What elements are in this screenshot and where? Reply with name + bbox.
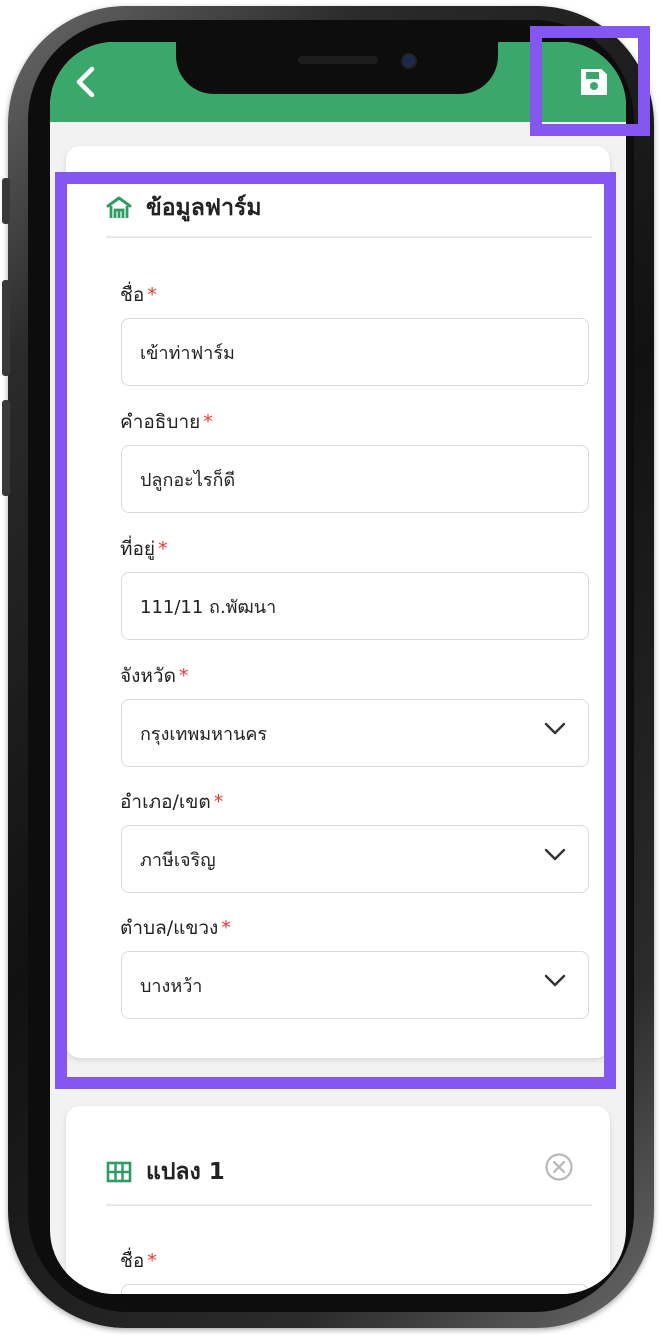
circle-x-icon: [545, 1153, 573, 1181]
remove-plot-button[interactable]: [544, 1152, 574, 1186]
phone-side-button: [2, 178, 10, 224]
form-highlight-box: [55, 172, 616, 1089]
divider: [106, 1204, 592, 1206]
plot-card: แปลง 1 ชื่อ *: [66, 1106, 610, 1294]
plot-name-label: ชื่อ *: [120, 1250, 157, 1272]
chevron-left-icon: [76, 66, 95, 98]
grid-icon: [106, 1161, 132, 1183]
phone-volume-down-button: [2, 400, 10, 496]
plot-name-field[interactable]: [121, 1284, 589, 1294]
back-button[interactable]: [64, 60, 108, 104]
save-highlight-box: [530, 26, 650, 136]
phone-camera: [401, 53, 417, 69]
phone-notch: [176, 42, 498, 94]
plot-section-header: แปลง 1: [106, 1154, 225, 1190]
plot-section-title: แปลง 1: [146, 1159, 225, 1185]
phone-volume-up-button: [2, 280, 10, 376]
phone-speaker: [298, 56, 378, 64]
